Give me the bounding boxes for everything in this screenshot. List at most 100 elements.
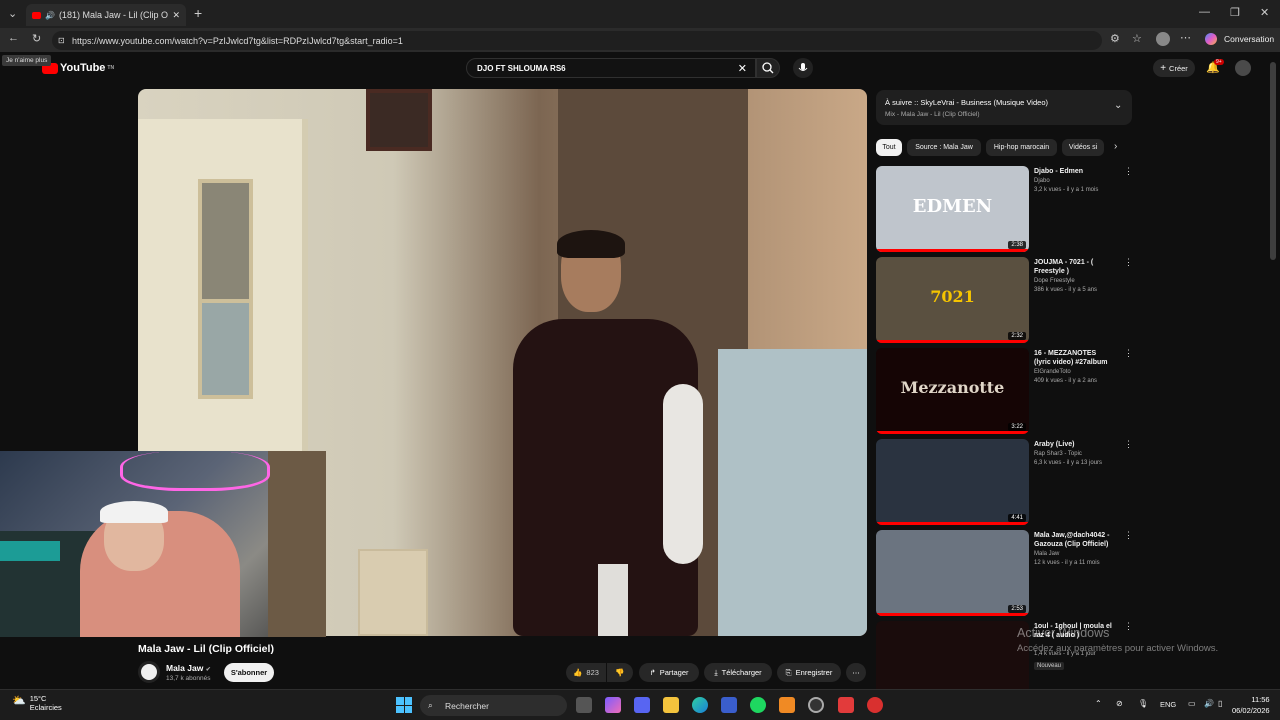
- obs-icon[interactable]: [808, 697, 824, 713]
- mic-tray-icon[interactable]: 🎙: [1138, 699, 1148, 708]
- channel-name[interactable]: Mala Jaw ✔: [166, 663, 211, 673]
- youtube-logo[interactable]: YouTube TN: [42, 62, 114, 74]
- chevron-down-icon[interactable]: ⌄: [1114, 100, 1122, 111]
- recommendation-item[interactable]: EDMEN 2:38 Djabo - Edmen Djabo 3,2 k vues - …: [876, 166, 1136, 252]
- search-input[interactable]: DJO FT SHLOUMA RS6 ✕: [466, 58, 756, 78]
- more-vertical-icon[interactable]: ⋮: [1124, 348, 1133, 359]
- more-icon[interactable]: ⋯: [1180, 31, 1191, 44]
- voice-search-button[interactable]: [793, 58, 813, 78]
- url-field[interactable]: ⊡ https://www.youtube.com/watch?v=PzIJwl…: [52, 31, 1102, 50]
- thumbs-up-icon: 👍: [573, 668, 583, 677]
- more-vertical-icon[interactable]: ⋮: [1124, 257, 1133, 268]
- recommendation-item[interactable]: 7021 2:32 JOUJMA - 7021 - ( Freestyle ) Dop…: [876, 257, 1136, 343]
- recommendation-title[interactable]: JOUJMA - 7021 - ( Freestyle ): [1034, 258, 1114, 276]
- weather-widget[interactable]: ⛅ 15°C Eclaircies: [12, 694, 62, 712]
- chip-source[interactable]: Source : Mala Jaw: [907, 139, 981, 156]
- tab-list-chevron-icon[interactable]: ⌄: [8, 7, 17, 20]
- reload-icon[interactable]: ↻: [32, 32, 41, 45]
- recommendation-item[interactable]: 4:41 Araby (Live) Rap Shar3 - Topic 6,3 k v…: [876, 439, 1136, 525]
- volume-icon[interactable]: 🔊: [1204, 699, 1214, 708]
- video-thumbnail[interactable]: 7021 2:32: [876, 257, 1029, 343]
- app-red-icon[interactable]: [838, 697, 854, 713]
- close-tab-icon[interactable]: ✕: [172, 10, 180, 21]
- more-vertical-icon[interactable]: ⋮: [1124, 621, 1133, 632]
- browser-tab[interactable]: 🔊 (181) Mala Jaw - Lil (Clip Offic ✕: [26, 4, 186, 26]
- profile-avatar[interactable]: [1156, 32, 1170, 46]
- back-icon[interactable]: ←: [8, 32, 19, 44]
- taskbar-search[interactable]: ⌕ Rechercher: [420, 695, 567, 716]
- search-button[interactable]: [756, 58, 780, 78]
- language-indicator[interactable]: ENG: [1160, 700, 1176, 709]
- extensions-icon[interactable]: ⚙: [1110, 32, 1120, 45]
- save-button[interactable]: ⎘ Enregistrer: [777, 663, 841, 682]
- spotify-icon[interactable]: [750, 697, 766, 713]
- recommendation-title[interactable]: Araby (Live): [1034, 440, 1114, 449]
- recommendation-channel[interactable]: Dope Freestyle: [1034, 278, 1075, 284]
- more-vertical-icon[interactable]: ⋮: [1124, 439, 1133, 450]
- watch-progress-bar: [876, 431, 1029, 434]
- share-button[interactable]: ↱ Partager: [639, 663, 699, 682]
- tray-chevron-icon[interactable]: ⌃: [1095, 699, 1102, 708]
- recommendation-channel[interactable]: Mala Jaw: [1034, 551, 1059, 557]
- minimize-icon[interactable]: —: [1199, 6, 1210, 18]
- url-text: https://www.youtube.com/watch?v=PzIJwlcd…: [72, 35, 403, 46]
- scrollbar[interactable]: [1270, 62, 1276, 260]
- clear-search-icon[interactable]: ✕: [738, 62, 747, 75]
- chip-hiphop[interactable]: Hip-hop marocain: [986, 139, 1057, 156]
- dislike-button[interactable]: 👎: [607, 663, 633, 682]
- edge-icon[interactable]: [692, 697, 708, 713]
- up-next-panel[interactable]: À suivre :: SkyLeVrai - Business (Musiqu…: [876, 90, 1132, 125]
- video-thumbnail[interactable]: Mezzanotte 3:22: [876, 348, 1029, 434]
- recommendation-channel[interactable]: Djabo: [1034, 178, 1050, 184]
- windows-start-icon[interactable]: [396, 697, 412, 713]
- new-tab-icon[interactable]: +: [194, 5, 202, 21]
- chip-similar[interactable]: Vidéos si: [1062, 139, 1104, 156]
- video-thumbnail[interactable]: EDMEN 2:38: [876, 166, 1029, 252]
- chevron-right-icon[interactable]: ›: [1114, 141, 1117, 152]
- account-avatar[interactable]: [1235, 60, 1251, 76]
- file-explorer-icon[interactable]: [663, 697, 679, 713]
- discord-icon[interactable]: [634, 697, 650, 713]
- copilot-label[interactable]: Conversation: [1224, 34, 1274, 44]
- plus-icon: +: [1160, 62, 1167, 74]
- maximize-icon[interactable]: ❐: [1230, 6, 1240, 19]
- recommendation-item[interactable]: Mezzanotte 3:22 16 - MEZZANOTES (lyric vid…: [876, 348, 1136, 434]
- recommendation-title[interactable]: 16 - MEZZANOTES (lyric video) #27album: [1034, 349, 1114, 367]
- copilot-icon[interactable]: [1205, 33, 1217, 45]
- favorites-icon[interactable]: ☆: [1132, 32, 1142, 45]
- video-thumbnail[interactable]: 2:53: [876, 530, 1029, 616]
- recommendation-title[interactable]: Mala Jaw,@dach4042 - Gazouza (Clip Offic…: [1034, 531, 1114, 549]
- like-button[interactable]: 👍 823: [566, 663, 606, 682]
- app-chat-icon[interactable]: [867, 697, 883, 713]
- recommendation-title[interactable]: Djabo - Edmen: [1034, 167, 1114, 176]
- chip-all[interactable]: Tout: [876, 139, 902, 156]
- download-button[interactable]: ⤓ Télécharger: [704, 663, 772, 682]
- video-thumbnail[interactable]: 4:41: [876, 439, 1029, 525]
- window-close-icon[interactable]: ✕: [1260, 6, 1269, 19]
- activate-windows-subtitle: Accédez aux paramètres pour activer Wind…: [1017, 643, 1219, 654]
- task-view-icon[interactable]: [576, 697, 592, 713]
- recommendation-channel[interactable]: ElGrandeToto: [1034, 369, 1071, 375]
- network-icon[interactable]: ⊘: [1116, 699, 1123, 708]
- site-info-icon[interactable]: ⊡: [58, 36, 65, 45]
- create-button[interactable]: + Créer: [1153, 59, 1195, 77]
- battery-icon[interactable]: ▯: [1218, 699, 1222, 708]
- more-vertical-icon[interactable]: ⋮: [1124, 166, 1133, 177]
- video-title: Mala Jaw - Lil (Clip Officiel): [138, 643, 274, 655]
- vlc-icon[interactable]: [779, 697, 795, 713]
- store-icon[interactable]: [721, 697, 737, 713]
- clock[interactable]: 11:56 06/02/2026: [1232, 694, 1270, 716]
- temperature: 15°C: [29, 694, 47, 703]
- wifi-icon[interactable]: ▭: [1188, 699, 1196, 708]
- more-actions-button[interactable]: ⋯: [846, 663, 866, 682]
- speaker-icon[interactable]: 🔊: [45, 11, 55, 20]
- copilot-app-icon[interactable]: [605, 697, 621, 713]
- recommendation-channel[interactable]: Rap Shar3 - Topic: [1034, 451, 1082, 457]
- video-frame-person: [513, 230, 713, 636]
- up-next-subtitle: Mix - Mala Jaw - Lil (Clip Officiel): [885, 111, 980, 118]
- more-vertical-icon[interactable]: ⋮: [1124, 530, 1133, 541]
- channel-avatar[interactable]: [138, 661, 160, 683]
- recommendation-item[interactable]: 2:53 Mala Jaw,@dach4042 - Gazouza (Clip O…: [876, 530, 1136, 616]
- subscribe-button[interactable]: S'abonner: [224, 663, 274, 682]
- new-badge: Nouveau: [1034, 662, 1065, 670]
